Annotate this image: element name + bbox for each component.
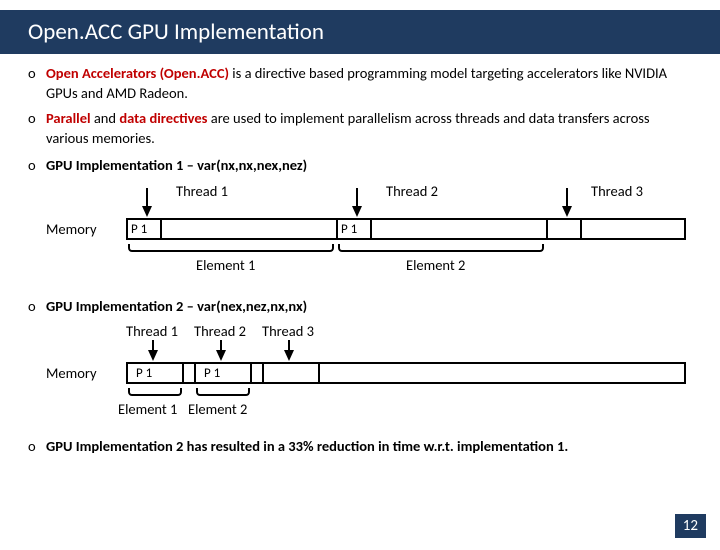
memory-label: Memory bbox=[46, 364, 97, 384]
thread-1-label: Thread 1 bbox=[176, 182, 228, 202]
mem-cell-p1: P 1 bbox=[126, 218, 162, 240]
element-1-label: Element 1 bbox=[196, 256, 255, 276]
arrow-head bbox=[148, 350, 158, 361]
term-openacc: Open Accelerators (Open.ACC) bbox=[46, 64, 229, 82]
mem-cell-p1: P 1 bbox=[126, 362, 184, 384]
arrow-head bbox=[216, 350, 226, 361]
mem-cell-p1: P 1 bbox=[336, 218, 372, 240]
bullet-4: o GPU Implementation 2 – var(nex,nez,nx,… bbox=[28, 297, 692, 317]
bullet-1: o Open Accelerators (Open.ACC) is a dire… bbox=[28, 64, 692, 103]
mem-cell-empty bbox=[546, 218, 582, 240]
arrow-head bbox=[562, 206, 572, 217]
memory-label: Memory bbox=[46, 220, 97, 240]
diagram-impl-1: Thread 1 Thread 2 Thread 3 Memory P 1 P … bbox=[46, 182, 692, 297]
bullet-text: Open Accelerators (Open.ACC) is a direct… bbox=[46, 64, 692, 103]
arrow-head bbox=[284, 350, 294, 361]
thread-1-label: Thread 1 bbox=[126, 322, 178, 342]
slide-title: Open.ACC GPU Implementation bbox=[28, 18, 324, 46]
bullet-marker: o bbox=[28, 156, 46, 176]
element-2-label: Element 2 bbox=[406, 256, 465, 276]
bullet-marker: o bbox=[28, 109, 46, 148]
brace-element-1 bbox=[128, 244, 334, 252]
thread-3-label: Thread 3 bbox=[262, 322, 314, 342]
arrow-stem bbox=[566, 188, 568, 206]
mem-cell-p1: P 1 bbox=[194, 362, 252, 384]
brace-element-2 bbox=[338, 244, 544, 252]
slide-body: o Open Accelerators (Open.ACC) is a dire… bbox=[0, 54, 720, 457]
bullet-marker: o bbox=[28, 437, 46, 457]
slide-title-bar: Open.ACC GPU Implementation bbox=[0, 10, 720, 54]
arrow-stem bbox=[356, 188, 358, 206]
mem-cell-empty bbox=[262, 362, 320, 384]
thread-3-label: Thread 3 bbox=[591, 182, 643, 202]
bullet-text: GPU Implementation 1 – var(nx,nx,nex,nez… bbox=[46, 156, 692, 176]
element-2-label: Element 2 bbox=[188, 400, 247, 420]
brace-element-2 bbox=[196, 388, 250, 396]
bullet-marker: o bbox=[28, 297, 46, 317]
brace-element-1 bbox=[128, 388, 182, 396]
thread-2-label: Thread 2 bbox=[194, 322, 246, 342]
bullet-3: o GPU Implementation 1 – var(nx,nx,nex,n… bbox=[28, 156, 692, 176]
bullet-text: Parallel and data directives are used to… bbox=[46, 109, 692, 148]
bullet-marker: o bbox=[28, 64, 46, 103]
element-1-label: Element 1 bbox=[118, 400, 177, 420]
bullet-5: o GPU Implementation 2 has resulted in a… bbox=[28, 437, 692, 457]
arrow-head bbox=[352, 206, 362, 217]
page-number: 12 bbox=[675, 514, 706, 538]
thread-2-label: Thread 2 bbox=[386, 182, 438, 202]
memory-bar bbox=[126, 218, 686, 240]
bullet-2: o Parallel and data directives are used … bbox=[28, 109, 692, 148]
term-parallel: Parallel bbox=[46, 109, 91, 127]
arrow-head bbox=[142, 206, 152, 217]
bullet-text: GPU Implementation 2 has resulted in a 3… bbox=[46, 437, 692, 457]
bullet-text: GPU Implementation 2 – var(nex,nez,nx,nx… bbox=[46, 297, 692, 317]
diagram-impl-2: Thread 1 Thread 2 Thread 3 Memory P 1 P … bbox=[46, 322, 692, 437]
arrow-stem bbox=[146, 188, 148, 206]
term-data-directives: data directives bbox=[119, 109, 207, 127]
